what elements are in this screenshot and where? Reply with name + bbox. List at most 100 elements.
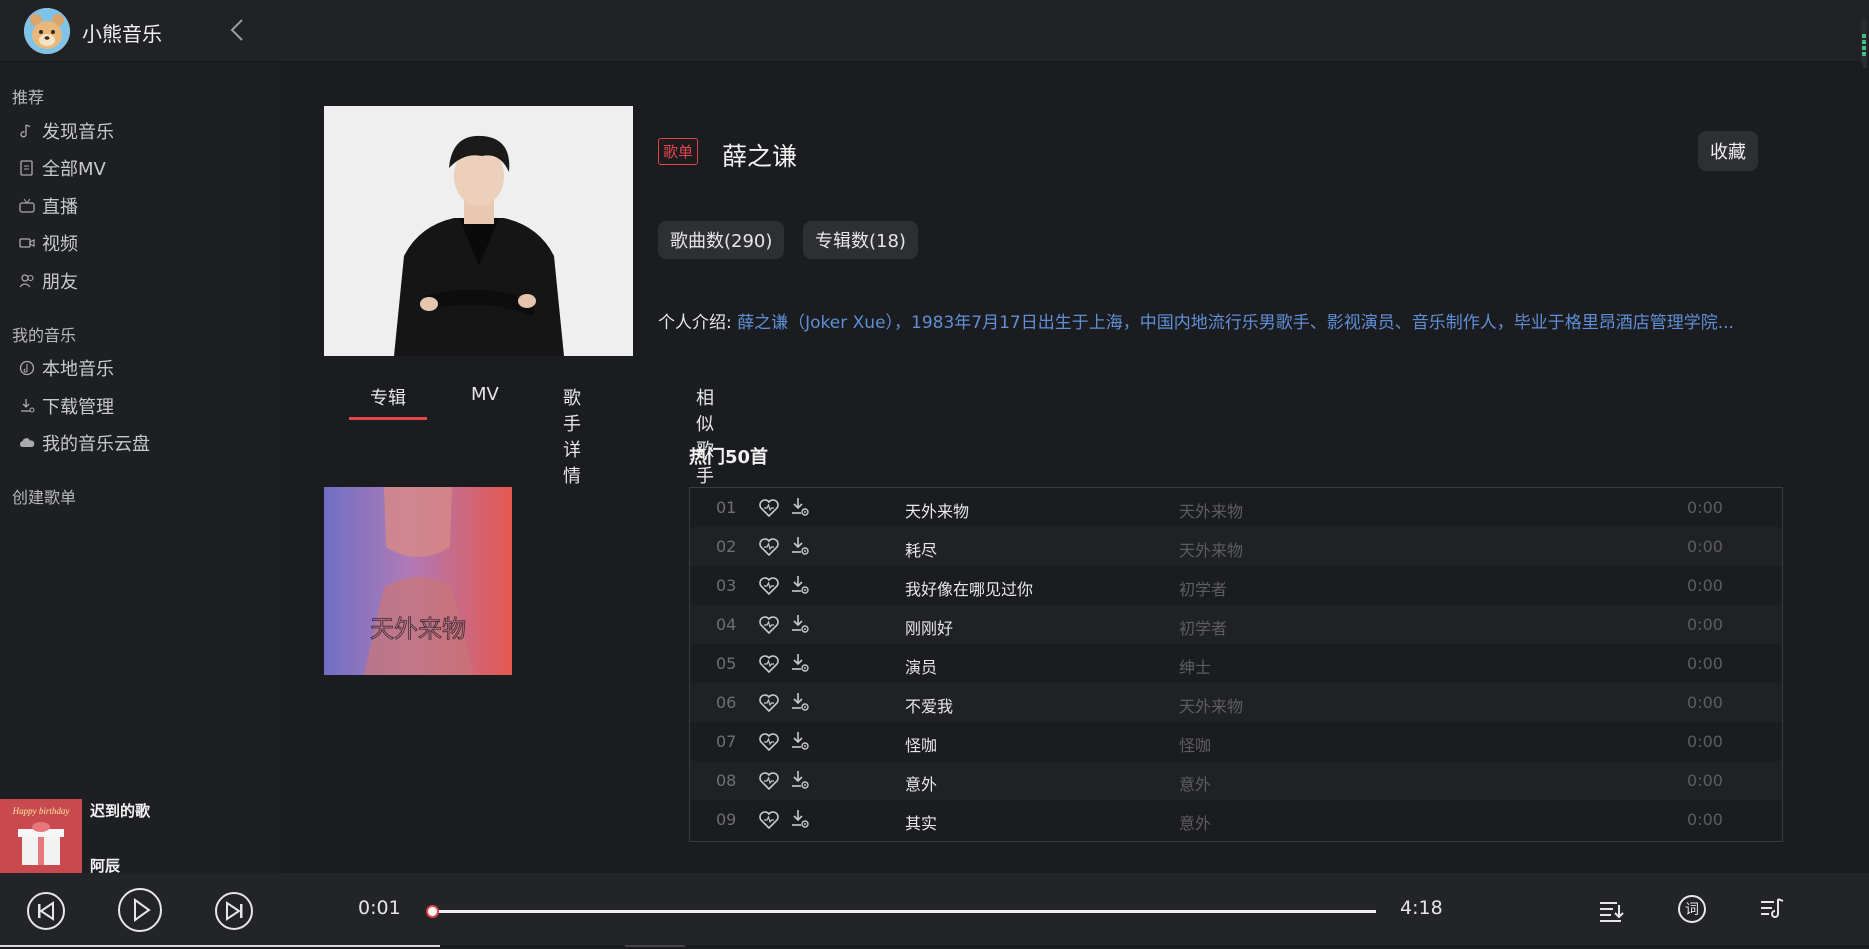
sidebar-heading-recommend: 推荐 [12, 88, 45, 107]
song-row[interactable]: 08 意外 意外 0:00 [690, 761, 1782, 800]
song-index: 05 [716, 654, 737, 673]
sidebar-heading-create-playlist[interactable]: 创建歌单 [12, 484, 76, 508]
song-album[interactable]: 天外来物 [1179, 498, 1243, 522]
download-icon[interactable] [789, 691, 811, 713]
playlist-queue-button[interactable] [1597, 897, 1625, 929]
song-album[interactable]: 怪咖 [1179, 732, 1211, 756]
song-duration: 0:00 [1687, 810, 1723, 829]
song-name: 不爱我 [905, 697, 954, 716]
sidebar-item-local-music[interactable]: 本地音乐 [18, 353, 114, 383]
sidebar-item-label: 视频 [42, 234, 78, 255]
sidebar-item-discover-music[interactable]: 发现音乐 [18, 116, 114, 146]
like-heart-icon[interactable] [758, 810, 780, 830]
song-album[interactable]: 初学者 [1179, 576, 1227, 600]
song-row[interactable]: 05 演员 绅士 0:00 [690, 644, 1782, 683]
sidebar-item-music-cloud[interactable]: 我的音乐云盘 [18, 428, 150, 458]
previous-button[interactable] [26, 891, 66, 935]
app-logo [24, 8, 70, 54]
play-mode-button[interactable] [1758, 895, 1786, 927]
song-row[interactable]: 02 耗尽 天外来物 0:00 [690, 527, 1782, 566]
artist-name: 薛之谦 [722, 142, 798, 171]
song-duration: 0:00 [1687, 615, 1723, 634]
sidebar-item-all-mv[interactable]: 全部MV [18, 153, 106, 183]
like-heart-icon[interactable] [758, 771, 780, 791]
song-duration: 0:00 [1687, 654, 1723, 673]
like-heart-icon[interactable] [758, 537, 780, 557]
song-album[interactable]: 意外 [1179, 771, 1211, 795]
sidebar-item-friends[interactable]: 朋友 [18, 266, 78, 296]
song-row[interactable]: 07 怪咖 怪咖 0:00 [690, 722, 1782, 761]
playlist-music-icon [1761, 898, 1784, 918]
like-heart-icon[interactable] [758, 654, 780, 674]
song-index: 01 [716, 498, 737, 517]
artist-photo [324, 106, 633, 356]
progress-bar[interactable] [428, 910, 1376, 913]
song-album[interactable]: 绅士 [1179, 654, 1211, 678]
like-heart-icon[interactable] [758, 498, 780, 518]
song-row[interactable]: 04 刚刚好 初学者 0:00 [690, 605, 1782, 644]
song-album[interactable]: 天外来物 [1179, 693, 1243, 717]
sidebar-item-video[interactable]: 视频 [18, 228, 78, 258]
tab-artist-details[interactable]: 歌手详情 [563, 374, 581, 487]
tab-albums[interactable]: 专辑 [349, 374, 427, 420]
lyrics-button[interactable]: 词 [1676, 893, 1708, 929]
sidebar-item-label: 下载管理 [42, 397, 114, 418]
lyrics-label: 词 [1685, 902, 1699, 918]
download-icon[interactable] [789, 535, 811, 557]
next-button[interactable] [214, 891, 254, 935]
progress-knob[interactable] [425, 905, 439, 918]
song-row[interactable]: 03 我好像在哪见过你 初学者 0:00 [690, 566, 1782, 605]
song-name: 耗尽 [905, 541, 938, 560]
collapse-back-button[interactable] [226, 16, 250, 44]
total-time: 4:18 [1400, 897, 1443, 919]
like-heart-icon[interactable] [758, 615, 780, 635]
song-count-button[interactable]: 歌曲数(290) [658, 221, 785, 259]
song-row[interactable]: 01 天外来物 天外来物 0:00 [690, 488, 1782, 527]
album-count-button[interactable]: 专辑数(18) [803, 221, 918, 259]
song-index: 02 [716, 537, 737, 556]
song-name: 天外来物 [905, 502, 970, 521]
song-index: 09 [716, 810, 737, 829]
download-icon[interactable] [789, 808, 811, 830]
download-icon[interactable] [789, 496, 811, 518]
tab-similar-artists[interactable]: 相似歌手 [696, 374, 714, 487]
download-icon[interactable] [789, 652, 811, 674]
favorite-button[interactable]: 收藏 [1698, 131, 1758, 171]
current-time: 0:01 [358, 897, 401, 919]
sidebar [0, 63, 280, 873]
download-icon[interactable] [789, 574, 811, 596]
song-duration: 0:00 [1687, 732, 1723, 751]
download-icon[interactable] [789, 730, 811, 752]
like-heart-icon[interactable] [758, 732, 780, 752]
level-meter-icon [1861, 20, 1867, 68]
song-name: 刚刚好 [905, 619, 954, 638]
song-duration: 0:00 [1687, 576, 1723, 595]
song-album[interactable]: 意外 [1179, 810, 1211, 834]
tab-mv[interactable]: MV [471, 374, 499, 420]
intro-text[interactable]: 薛之谦（Joker Xue），1983年7月17日出生于上海，中国内地流行乐男歌… [737, 313, 1734, 333]
skip-previous-icon [27, 892, 65, 930]
scroll-thumb[interactable] [0, 945, 440, 947]
play-button[interactable] [117, 887, 163, 937]
song-album[interactable]: 初学者 [1179, 615, 1227, 639]
hot-songs-title: 热门50首 [689, 447, 769, 468]
song-row[interactable]: 06 不爱我 天外来物 0:00 [690, 683, 1782, 722]
song-album[interactable]: 天外来物 [1179, 537, 1243, 561]
album-cover[interactable]: 天外来物 [324, 487, 512, 675]
song-row[interactable]: 09 其实 意外 0:00 [690, 800, 1782, 839]
sidebar-item-download-manager[interactable]: 下载管理 [18, 391, 114, 421]
download-icon[interactable] [789, 769, 811, 791]
song-index: 08 [716, 771, 737, 790]
sidebar-item-live[interactable]: 直播 [18, 191, 78, 221]
download-icon[interactable] [789, 613, 811, 635]
music-note-icon [20, 124, 31, 138]
song-duration: 0:00 [1687, 498, 1723, 517]
like-heart-icon[interactable] [758, 693, 780, 713]
now-playing-cover[interactable]: Happy birthday [0, 799, 82, 873]
bottom-scroll-strip [0, 945, 1869, 949]
playlist-tag: 歌单 [658, 138, 699, 165]
sidebar-item-label: 我的音乐云盘 [42, 434, 150, 455]
like-heart-icon[interactable] [758, 576, 780, 596]
now-playing-title: 迟到的歌 [90, 802, 151, 820]
music-disc-icon [19, 360, 35, 376]
